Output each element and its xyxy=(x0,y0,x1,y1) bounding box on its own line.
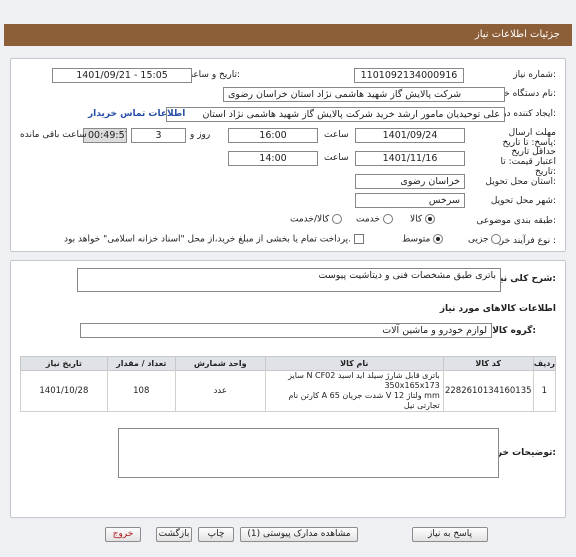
validity-date-field: 1401/11/16 xyxy=(355,151,465,166)
view-attachments-button[interactable]: مشاهده مدارک پیوستی (1) xyxy=(240,527,358,542)
cell-qty: 108 xyxy=(106,370,176,412)
cell-code: 2282610134160135 xyxy=(442,370,534,412)
subject-class-label: طبقه بندی موضوعی: xyxy=(476,216,556,226)
goods-group-field: لوازم خودرو و ماشین آلات xyxy=(80,323,492,338)
deadline-time-field: 16:00 xyxy=(228,128,318,143)
deadline-label: مهلت ارسال پاسخ: تا تاریخ: xyxy=(502,128,556,148)
subject-option-service[interactable]: خدمت xyxy=(356,214,393,225)
page-header: جزئیات اطلاعات نیاز xyxy=(4,24,572,46)
checkbox-icon xyxy=(353,234,364,244)
col-row: ردیف xyxy=(532,356,557,371)
table-row: 1 2282610134160135 باتری قابل شارژ سیلد … xyxy=(20,370,557,412)
deadline-date-field: 1401/09/24 xyxy=(355,128,465,143)
delivery-city-field: سرخس xyxy=(355,193,465,208)
general-desc-field: باتری طبق مشخصات فنی و دیتاشیت پیوست xyxy=(77,268,501,292)
buyer-contact-link[interactable]: اطلاعات تماس خریدار xyxy=(88,109,185,119)
radio-selected-icon xyxy=(425,214,436,224)
requester-field: علی توحیدیان مامور ارشد خرید شرکت پالایش… xyxy=(166,107,505,122)
col-date: تاریخ نیاز xyxy=(20,356,108,371)
reply-button[interactable]: پاسخ به نیاز xyxy=(412,527,488,542)
remaining-time-field: 00:49:57 xyxy=(83,128,127,143)
buyer-org-field: شرکت پالایش گاز شهید هاشمی نژاد استان خر… xyxy=(223,87,505,102)
need-number-label: شماره نیاز: xyxy=(513,70,556,80)
purchase-option-medium[interactable]: متوسط xyxy=(402,234,444,245)
col-qty: تعداد / مقدار xyxy=(106,356,176,371)
validity-time-field: 14:00 xyxy=(228,151,318,166)
radio-icon xyxy=(332,214,343,224)
deadline-time-label: ساعت xyxy=(324,130,349,140)
cell-name-line1: باتری قابل شارژ سیلد اید اسید N CF02 سای… xyxy=(288,371,440,390)
delivery-province-label: استان محل تحویل: xyxy=(485,177,556,187)
buyer-notes-field xyxy=(118,428,499,478)
cell-date: 1401/10/28 xyxy=(20,370,108,412)
delivery-province-field: خراسان رضوی xyxy=(355,174,465,189)
delivery-city-label: شهر محل تحویل: xyxy=(490,196,556,206)
general-desc-label: شرح کلی نیاز: xyxy=(491,274,556,284)
radio-icon xyxy=(491,234,502,244)
radio-selected-icon xyxy=(433,234,444,244)
cell-name-line2: mm ولتاژ 12 V شدت جریان A 65 کارتن نام ت… xyxy=(288,391,440,410)
remaining-label: ساعت باقی مانده xyxy=(20,130,87,140)
purchase-type-label: نوع فرآیند خرید : xyxy=(492,236,556,246)
radio-icon xyxy=(382,214,393,224)
back-button[interactable]: بازگشت xyxy=(156,527,192,542)
validity-label: حداقل تاریخ اعتبار قیمت: تا تاریخ: xyxy=(500,147,556,177)
page-title: جزئیات اطلاعات نیاز xyxy=(474,29,560,40)
exit-button[interactable]: خروج xyxy=(105,527,141,542)
day-and-label: روز و xyxy=(190,130,211,140)
validity-time-label: ساعت xyxy=(324,153,349,163)
goods-group-label: گروه کالا: xyxy=(492,326,536,336)
col-unit: واحد شمارش xyxy=(174,356,266,371)
goods-table: ردیف کد کالا نام کالا واحد شمارش تعداد /… xyxy=(20,356,557,412)
purchase-option-minor[interactable]: جزیی xyxy=(468,234,502,245)
subject-option-goods-service[interactable]: کالا/خدمت xyxy=(290,214,343,225)
announce-datetime-field: 1401/09/21 - 15:05 xyxy=(52,68,192,83)
table-header-row: ردیف کد کالا نام کالا واحد شمارش تعداد /… xyxy=(20,356,557,371)
goods-info-heading: اطلاعات کالاهای مورد نیاز xyxy=(439,304,556,314)
print-button[interactable]: چاپ xyxy=(198,527,234,542)
treasury-payment-option[interactable]: پرداخت تمام یا بخشی از مبلغ خرید،از محل … xyxy=(64,234,364,245)
cell-name: باتری قابل شارژ سیلد اید اسید N CF02 سای… xyxy=(264,370,444,412)
subject-option-goods[interactable]: کالا xyxy=(410,214,436,225)
need-number-field: 1101092134000916 xyxy=(354,68,464,83)
remaining-days-field: 3 xyxy=(131,128,186,143)
cell-unit: عدد xyxy=(174,370,266,412)
cell-row: 1 xyxy=(532,370,557,412)
col-name: نام کالا xyxy=(264,356,444,371)
col-code: کد کالا xyxy=(442,356,534,371)
